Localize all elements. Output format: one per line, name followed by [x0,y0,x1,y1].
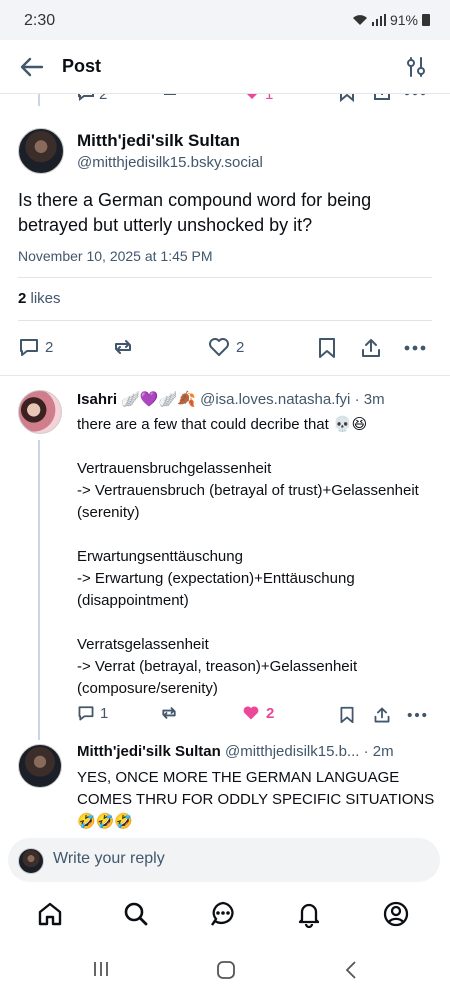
page-title: Post [62,56,102,76]
post-action-bar: 2 2 [0,336,450,362]
post-timestamp: November 10, 2025 at 1:45 PM [18,248,213,264]
like-count: 2 [266,704,275,722]
heart-filled-icon[interactable] [242,94,262,102]
profile-icon[interactable] [382,900,410,928]
status-bar: 2:30 91% [0,0,450,40]
reply-header: Isahri 🪽💜🪽🍂 @isa.loves.natasha.fyi · 3m [77,390,385,408]
system-nav-bar [0,944,450,1000]
repost-icon [162,707,176,719]
status-icons: 91% [352,12,430,28]
reply-icon [20,339,38,356]
repost-button[interactable] [160,704,178,722]
share-icon[interactable] [360,337,382,359]
likes-label: likes [30,290,61,307]
repost-button[interactable] [112,336,134,358]
post-text: Is there a German compound word for bein… [18,190,372,235]
top-header: Post [0,40,450,94]
section-separator [0,375,450,376]
search-icon[interactable] [122,900,150,928]
heart-icon [209,338,229,356]
thread-line [38,440,40,740]
more-dots-icon[interactable] [407,712,427,718]
divider [18,277,432,278]
reply-header: Mitth'jedi'silk Sultan @mitthjedisilk15.… [77,743,394,760]
share-icon[interactable] [373,706,391,724]
reply-count: 2 [45,338,54,356]
more-dots-icon[interactable] [404,345,426,351]
author-handle[interactable]: @mitthjedisilk15.bsky.social [77,154,263,171]
reply-action-bar: 1 2 [0,704,450,730]
home-circle-icon[interactable] [216,960,236,985]
repost-icon [115,340,131,354]
reply-author-handle[interactable]: @mitthjedisilk15.b... [225,743,359,760]
likes-summary[interactable]: 2 likes [18,290,61,307]
reply-author-avatar[interactable] [18,390,62,434]
battery-percent: 91% [389,12,418,28]
bell-icon[interactable] [295,900,323,928]
reply-time: · 2m [363,743,394,760]
peek-like-count: 1 [265,94,274,103]
reply-composer[interactable]: Write your reply [8,838,440,882]
back-arrow-icon[interactable] [18,54,46,80]
reply-input-placeholder[interactable]: Write your reply [53,850,165,868]
reply-author-name[interactable]: Mitth'jedi'silk Sultan [77,743,221,760]
signal-icon [371,14,386,26]
author-avatar[interactable] [18,128,64,174]
heart-filled-icon [243,706,259,720]
repost-icon[interactable] [159,94,179,102]
likes-count: 2 [18,290,27,307]
home-icon[interactable] [36,900,64,928]
recent-apps-icon[interactable] [92,960,110,983]
reply-time: · 3m [354,391,385,408]
parent-post-actions-peek: 2 1 [0,94,450,106]
wifi-icon [352,15,367,25]
name-emoji: 🪽💜🪽🍂 [121,391,196,408]
reply-author-name[interactable]: Isahri [77,391,117,408]
reply-text: YES, ONCE MORE THE GERMAN LANGUAGE COMES… [77,769,435,830]
chat-icon[interactable] [209,900,237,928]
battery-icon [422,14,430,26]
system-back-icon[interactable] [344,960,358,985]
reply-author-handle[interactable]: @isa.loves.natasha.fyi [200,391,350,408]
divider [18,320,432,321]
like-button[interactable]: 2 [241,704,274,722]
reply-icon[interactable] [76,94,96,102]
bookmark-icon[interactable] [317,337,337,359]
sliders-icon[interactable] [404,55,428,79]
like-count: 2 [236,338,245,356]
bookmark-icon[interactable] [338,94,356,102]
reply-button[interactable]: 1 [77,704,108,722]
share-icon[interactable] [372,94,392,102]
reply-text: there are a few that could decribe that … [77,416,419,697]
bookmark-icon[interactable] [339,706,355,724]
author-name[interactable]: Mitth'jedi'silk Sultan [77,131,240,151]
bottom-nav [0,888,450,942]
peek-reply-count: 2 [99,94,108,103]
reply-author-avatar[interactable] [18,744,62,788]
reply-button[interactable]: 2 [18,336,53,358]
more-dots-icon[interactable] [404,94,426,96]
reply-count: 1 [100,704,109,722]
like-button[interactable]: 2 [207,336,244,358]
reply-icon [78,706,94,721]
status-time: 2:30 [24,12,56,29]
thread-line [38,94,40,106]
current-user-avatar [18,848,44,874]
